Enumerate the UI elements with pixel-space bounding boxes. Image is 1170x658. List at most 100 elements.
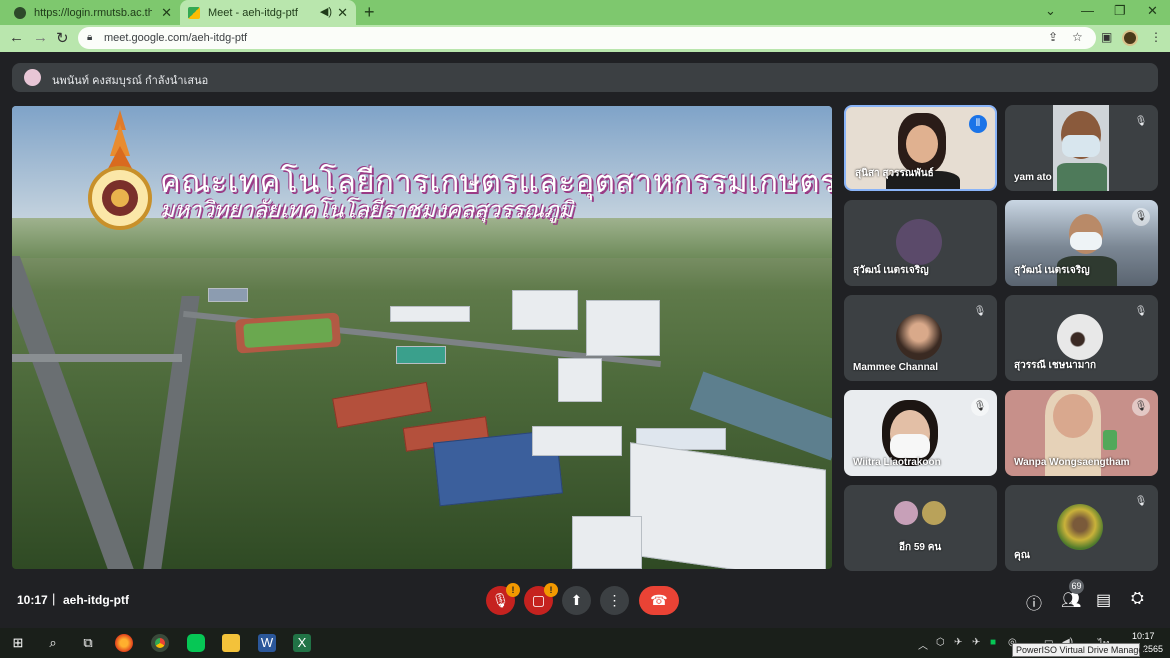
participant-tile[interactable]: 🎙︎ Wanpa Wongsaengtham: [1005, 390, 1158, 476]
browser-toolbar: ← → ↻ 🔒︎ meet.google.com/aeh-itdg-ptf ⇪ …: [0, 25, 1170, 52]
more-options-button[interactable]: ⋮: [600, 586, 629, 615]
line-icon[interactable]: [187, 634, 205, 652]
participant-tile-others[interactable]: อีก 59 คน: [844, 485, 997, 571]
taskbar-date[interactable]: 2565: [1143, 644, 1163, 654]
globe-icon: [14, 6, 26, 19]
close-tab-icon[interactable]: ✕: [161, 5, 172, 21]
mic-off-icon: 🎙︎: [1132, 208, 1150, 226]
search-icon[interactable]: ⌕: [44, 634, 62, 652]
sidepanel-icon[interactable]: ▣: [1101, 30, 1112, 44]
new-tab-icon[interactable]: +: [364, 2, 375, 23]
info-icon[interactable]: ⓘ: [1026, 590, 1042, 614]
participant-video: [1057, 163, 1107, 191]
file-explorer-icon[interactable]: [222, 634, 240, 652]
speaking-indicator-icon: ⦀: [969, 115, 987, 133]
reload-icon[interactable]: ↻: [56, 29, 69, 47]
highway: [12, 256, 137, 569]
present-screen-button[interactable]: ⬆: [562, 586, 591, 615]
activities-icon[interactable]: ⛭: [1131, 590, 1144, 608]
meeting-controls: 10:17 | aeh-itdg-ptf 🎙︎ ! ▢ ! ⬆ ⋮ ☎ ⓘ 👥︎…: [0, 575, 1170, 627]
participant-tile[interactable]: 🎙︎ yam ato: [1005, 105, 1158, 191]
participant-tile[interactable]: 🎙︎ Mammee Channal: [844, 295, 997, 381]
participant-video: [906, 125, 938, 163]
taskbar-clock[interactable]: 10:17: [1132, 631, 1155, 641]
bookmark-star-icon[interactable]: ☆: [1072, 30, 1083, 44]
participant-name: yam ato: [1014, 172, 1052, 183]
mic-off-icon: 🎙︎: [1132, 398, 1150, 416]
task-view-icon[interactable]: ⧉: [79, 634, 97, 652]
excel-icon[interactable]: X: [293, 634, 311, 652]
tab-meet[interactable]: Meet - aeh-itdg-ptf ◀) ✕: [180, 0, 356, 25]
tray-app-icon[interactable]: ✈: [972, 637, 980, 648]
forward-icon[interactable]: →: [33, 29, 48, 46]
building: [586, 300, 660, 356]
tab-search-icon[interactable]: ⌄: [1045, 3, 1056, 19]
end-call-button[interactable]: ☎: [639, 586, 679, 615]
building: [630, 442, 826, 569]
menu-dots-icon[interactable]: ⋮: [1150, 30, 1162, 44]
back-icon[interactable]: ←: [9, 29, 24, 46]
mic-off-icon: 🎙︎: [1134, 116, 1148, 127]
building: [208, 288, 248, 302]
tray-app-icon[interactable]: ✈: [954, 637, 962, 648]
mic-off-icon: 🎙︎: [1134, 306, 1148, 317]
participant-name: Wiitra Liaotrakoon: [853, 457, 941, 468]
participant-tile[interactable]: 🎙︎ สุวัฒน์ เนตรเจริญ: [1005, 200, 1158, 286]
tab-title: Meet - aeh-itdg-ptf: [208, 6, 298, 19]
university-logo: [88, 110, 152, 230]
close-window-icon[interactable]: ✕: [1147, 3, 1158, 19]
chrome-icon[interactable]: [151, 634, 169, 652]
mic-off-icon: 🎙︎: [1134, 496, 1148, 507]
participant-name: สุวัฒน์ เนตรเจริญ: [1014, 265, 1090, 276]
chat-icon[interactable]: ▤: [1096, 590, 1111, 610]
mic-off-icon: 🎙︎: [971, 398, 989, 416]
presentation-screen[interactable]: คณะเทคโนโลยีการเกษตรและอุตสาหกรรมเกษตร ม…: [12, 106, 832, 569]
tab-title: https://login.rmutsb.ac.th/login.p: [34, 6, 152, 19]
tray-line-icon[interactable]: ■: [990, 637, 996, 648]
participant-tile[interactable]: สุวัฒน์ เนตรเจริญ: [844, 200, 997, 286]
separator: |: [52, 591, 56, 606]
participant-video: [1053, 394, 1093, 438]
profile-avatar[interactable]: [1122, 30, 1138, 46]
participant-tile[interactable]: ⦀ สุนิสา สุวรรณพันธ์: [844, 105, 997, 191]
participant-video: [1103, 430, 1117, 450]
people-count-badge: 69: [1069, 579, 1084, 594]
taskbar-tooltip: PowerISO Virtual Drive Manager: [1012, 643, 1146, 657]
building: [558, 358, 602, 402]
camera-warning-badge: !: [544, 583, 558, 597]
mic-off-icon: 🎙︎: [973, 306, 987, 317]
presenter-avatar: [24, 69, 41, 86]
participant-name: Mammee Channal: [853, 362, 939, 373]
building: [332, 381, 432, 429]
road: [12, 354, 182, 362]
tray-app-icon[interactable]: ⬡: [936, 637, 945, 648]
participant-avatar: [896, 219, 942, 265]
participant-video: [1070, 232, 1102, 250]
participant-tile[interactable]: 🎙︎ Wiitra Liaotrakoon: [844, 390, 997, 476]
participant-avatar: [892, 499, 920, 527]
maximize-icon[interactable]: ❐: [1114, 3, 1126, 19]
presentation-subtitle: มหาวิทยาลัยเทคโนโลยีราชมงคลสุวรรณภูมิ: [160, 198, 573, 223]
tray-chevron-icon[interactable]: ︿: [918, 637, 928, 652]
word-icon[interactable]: W: [258, 634, 276, 652]
building: [396, 346, 446, 364]
presenter-text: นพนันท์ คงสมบุรณ์ กำลังนำเสนอ: [52, 75, 209, 87]
close-tab-icon[interactable]: ✕: [337, 5, 348, 21]
meet-icon: [188, 6, 200, 19]
participant-tile[interactable]: 🎙︎ สุวรรณี เชษนามาก: [1005, 295, 1158, 381]
speaker-icon[interactable]: ◀): [320, 5, 332, 18]
address-bar[interactable]: 🔒︎ meet.google.com/aeh-itdg-ptf: [78, 27, 1096, 49]
building: [512, 290, 578, 330]
sports-field: [234, 312, 342, 354]
participant-tile-self[interactable]: 🎙︎ คุณ: [1005, 485, 1158, 571]
firefox-icon[interactable]: [115, 634, 133, 652]
tab-login[interactable]: https://login.rmutsb.ac.th/login.p ✕: [6, 0, 180, 25]
participant-name: คุณ: [1014, 550, 1030, 561]
share-icon[interactable]: ⇪: [1048, 30, 1058, 44]
windows-start-icon[interactable]: ⊞: [9, 634, 27, 652]
participant-name: สุวรรณี เชษนามาก: [1014, 360, 1097, 371]
minimize-icon[interactable]: —: [1081, 3, 1094, 18]
presenter-banner: นพนันท์ คงสมบุรณ์ กำลังนำเสนอ: [12, 63, 1158, 92]
road: [142, 296, 200, 569]
participant-video: [1062, 135, 1100, 157]
